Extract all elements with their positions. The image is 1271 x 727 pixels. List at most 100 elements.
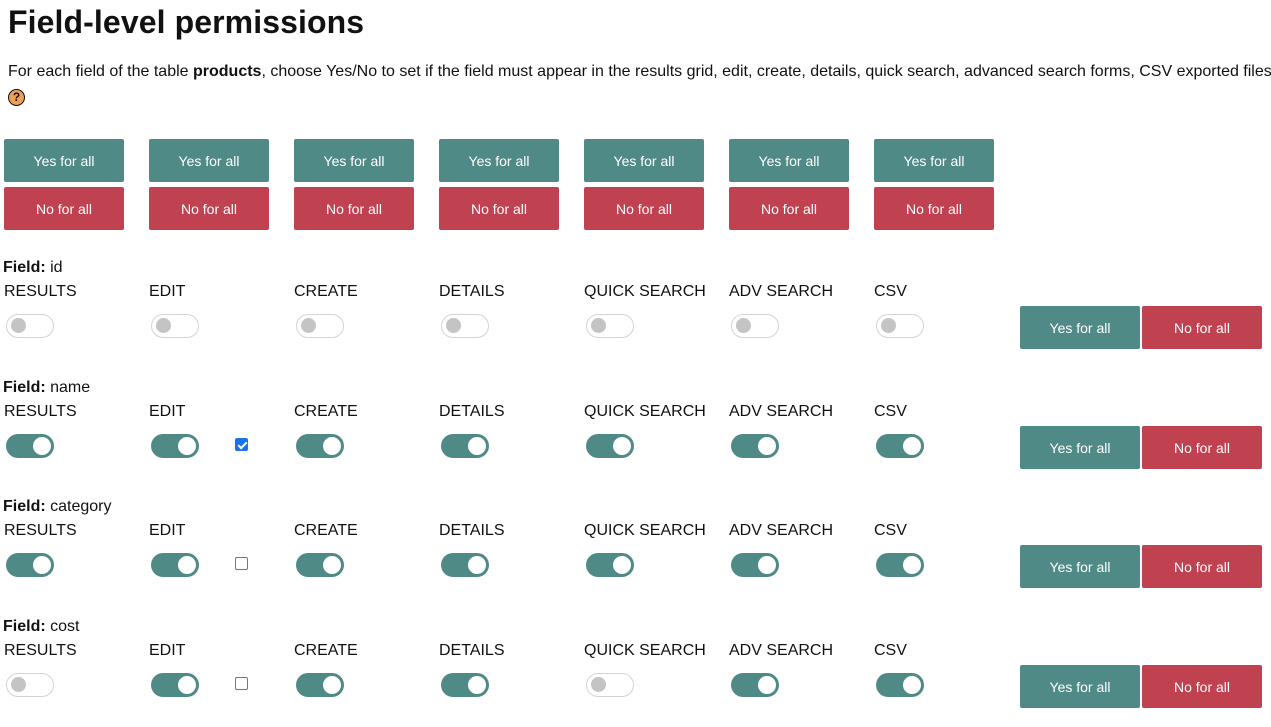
column-label-edit: EDIT (149, 403, 186, 420)
edit-option-checkbox[interactable] (235, 677, 248, 690)
toggle-knob (11, 677, 26, 692)
column-label-csv: CSV (874, 642, 907, 659)
field-no-for-all-button[interactable]: No for all (1142, 665, 1262, 708)
toggle-create[interactable] (296, 314, 344, 338)
toggle-knob (11, 318, 26, 333)
description-text-rest: , choose Yes/No to set if the field must… (261, 63, 1271, 80)
toggle-knob (903, 556, 921, 574)
toggle-details[interactable] (441, 673, 489, 697)
field-prefix: Field: (3, 498, 46, 515)
toggle-edit[interactable] (151, 553, 199, 577)
toggle-knob (736, 318, 751, 333)
toggle-knob (468, 437, 486, 455)
toggle-results[interactable] (6, 553, 54, 577)
no-for-all-adv-search-button[interactable]: No for all (729, 187, 849, 230)
no-for-all-create-button[interactable]: No for all (294, 187, 414, 230)
column-label-adv-search: ADV SEARCH (729, 403, 834, 420)
toggle-csv[interactable] (876, 434, 924, 458)
toggle-csv[interactable] (876, 553, 924, 577)
toggle-knob (178, 556, 196, 574)
toggle-create[interactable] (296, 553, 344, 577)
toggle-details[interactable] (441, 553, 489, 577)
no-for-all-quick-search-button[interactable]: No for all (584, 187, 704, 230)
field-no-for-all-button[interactable]: No for all (1142, 545, 1262, 588)
toggle-knob (468, 676, 486, 694)
column-label-results: RESULTS (4, 403, 77, 420)
column-label-create: CREATE (294, 283, 358, 300)
toggle-knob (178, 676, 196, 694)
toggle-knob (591, 677, 606, 692)
toggle-adv-search[interactable] (731, 673, 779, 697)
column-label-details: DETAILS (439, 283, 505, 300)
toggle-adv-search[interactable] (731, 553, 779, 577)
toggle-knob (33, 556, 51, 574)
toggle-knob (613, 556, 631, 574)
no-for-all-results-button[interactable]: No for all (4, 187, 124, 230)
toggle-edit[interactable] (151, 314, 199, 338)
column-label-quick-search: QUICK SEARCH (584, 522, 706, 539)
column-label-adv-search: ADV SEARCH (729, 522, 834, 539)
yes-for-all-details-button[interactable]: Yes for all (439, 139, 559, 182)
column-label-details: DETAILS (439, 642, 505, 659)
column-label-edit: EDIT (149, 522, 186, 539)
field-no-for-all-button[interactable]: No for all (1142, 306, 1262, 349)
toggle-results[interactable] (6, 673, 54, 697)
toggle-create[interactable] (296, 434, 344, 458)
column-label-csv: CSV (874, 522, 907, 539)
column-label-csv: CSV (874, 403, 907, 420)
toggle-knob (468, 556, 486, 574)
field-yes-for-all-button[interactable]: Yes for all (1020, 306, 1140, 349)
page-title: Field-level permissions (8, 4, 365, 40)
toggle-knob (156, 318, 171, 333)
toggle-knob (323, 437, 341, 455)
toggle-edit[interactable] (151, 673, 199, 697)
toggle-quick-search[interactable] (586, 553, 634, 577)
toggle-results[interactable] (6, 314, 54, 338)
toggle-results[interactable] (6, 434, 54, 458)
column-label-quick-search: QUICK SEARCH (584, 403, 706, 420)
column-label-edit: EDIT (149, 642, 186, 659)
field-title: Field: id (3, 259, 63, 277)
toggle-adv-search[interactable] (731, 314, 779, 338)
toggle-quick-search[interactable] (586, 434, 634, 458)
description: For each field of the table products, ch… (8, 63, 1271, 81)
no-for-all-csv-button[interactable]: No for all (874, 187, 994, 230)
yes-for-all-quick-search-button[interactable]: Yes for all (584, 139, 704, 182)
field-no-for-all-button[interactable]: No for all (1142, 426, 1262, 469)
column-label-create: CREATE (294, 522, 358, 539)
yes-for-all-create-button[interactable]: Yes for all (294, 139, 414, 182)
toggle-knob (33, 437, 51, 455)
field-title: Field: cost (3, 618, 79, 636)
toggle-csv[interactable] (876, 314, 924, 338)
field-name: category (50, 498, 112, 515)
column-label-adv-search: ADV SEARCH (729, 283, 834, 300)
toggle-details[interactable] (441, 314, 489, 338)
toggle-csv[interactable] (876, 673, 924, 697)
no-for-all-details-button[interactable]: No for all (439, 187, 559, 230)
field-yes-for-all-button[interactable]: Yes for all (1020, 545, 1140, 588)
yes-for-all-results-button[interactable]: Yes for all (4, 139, 124, 182)
toggle-knob (323, 676, 341, 694)
yes-for-all-adv-search-button[interactable]: Yes for all (729, 139, 849, 182)
help-icon[interactable]: ? (8, 89, 25, 106)
toggle-details[interactable] (441, 434, 489, 458)
toggle-quick-search[interactable] (586, 673, 634, 697)
toggle-quick-search[interactable] (586, 314, 634, 338)
field-name: cost (50, 618, 80, 635)
field-prefix: Field: (3, 618, 46, 635)
toggle-knob (591, 318, 606, 333)
column-label-details: DETAILS (439, 403, 505, 420)
edit-option-checkbox[interactable] (235, 438, 248, 451)
column-label-results: RESULTS (4, 283, 77, 300)
toggle-create[interactable] (296, 673, 344, 697)
toggle-adv-search[interactable] (731, 434, 779, 458)
yes-for-all-csv-button[interactable]: Yes for all (874, 139, 994, 182)
field-yes-for-all-button[interactable]: Yes for all (1020, 665, 1140, 708)
no-for-all-edit-button[interactable]: No for all (149, 187, 269, 230)
edit-option-checkbox[interactable] (235, 557, 248, 570)
toggle-edit[interactable] (151, 434, 199, 458)
description-text: For each field of the table (8, 63, 193, 80)
yes-for-all-edit-button[interactable]: Yes for all (149, 139, 269, 182)
column-label-create: CREATE (294, 642, 358, 659)
field-yes-for-all-button[interactable]: Yes for all (1020, 426, 1140, 469)
